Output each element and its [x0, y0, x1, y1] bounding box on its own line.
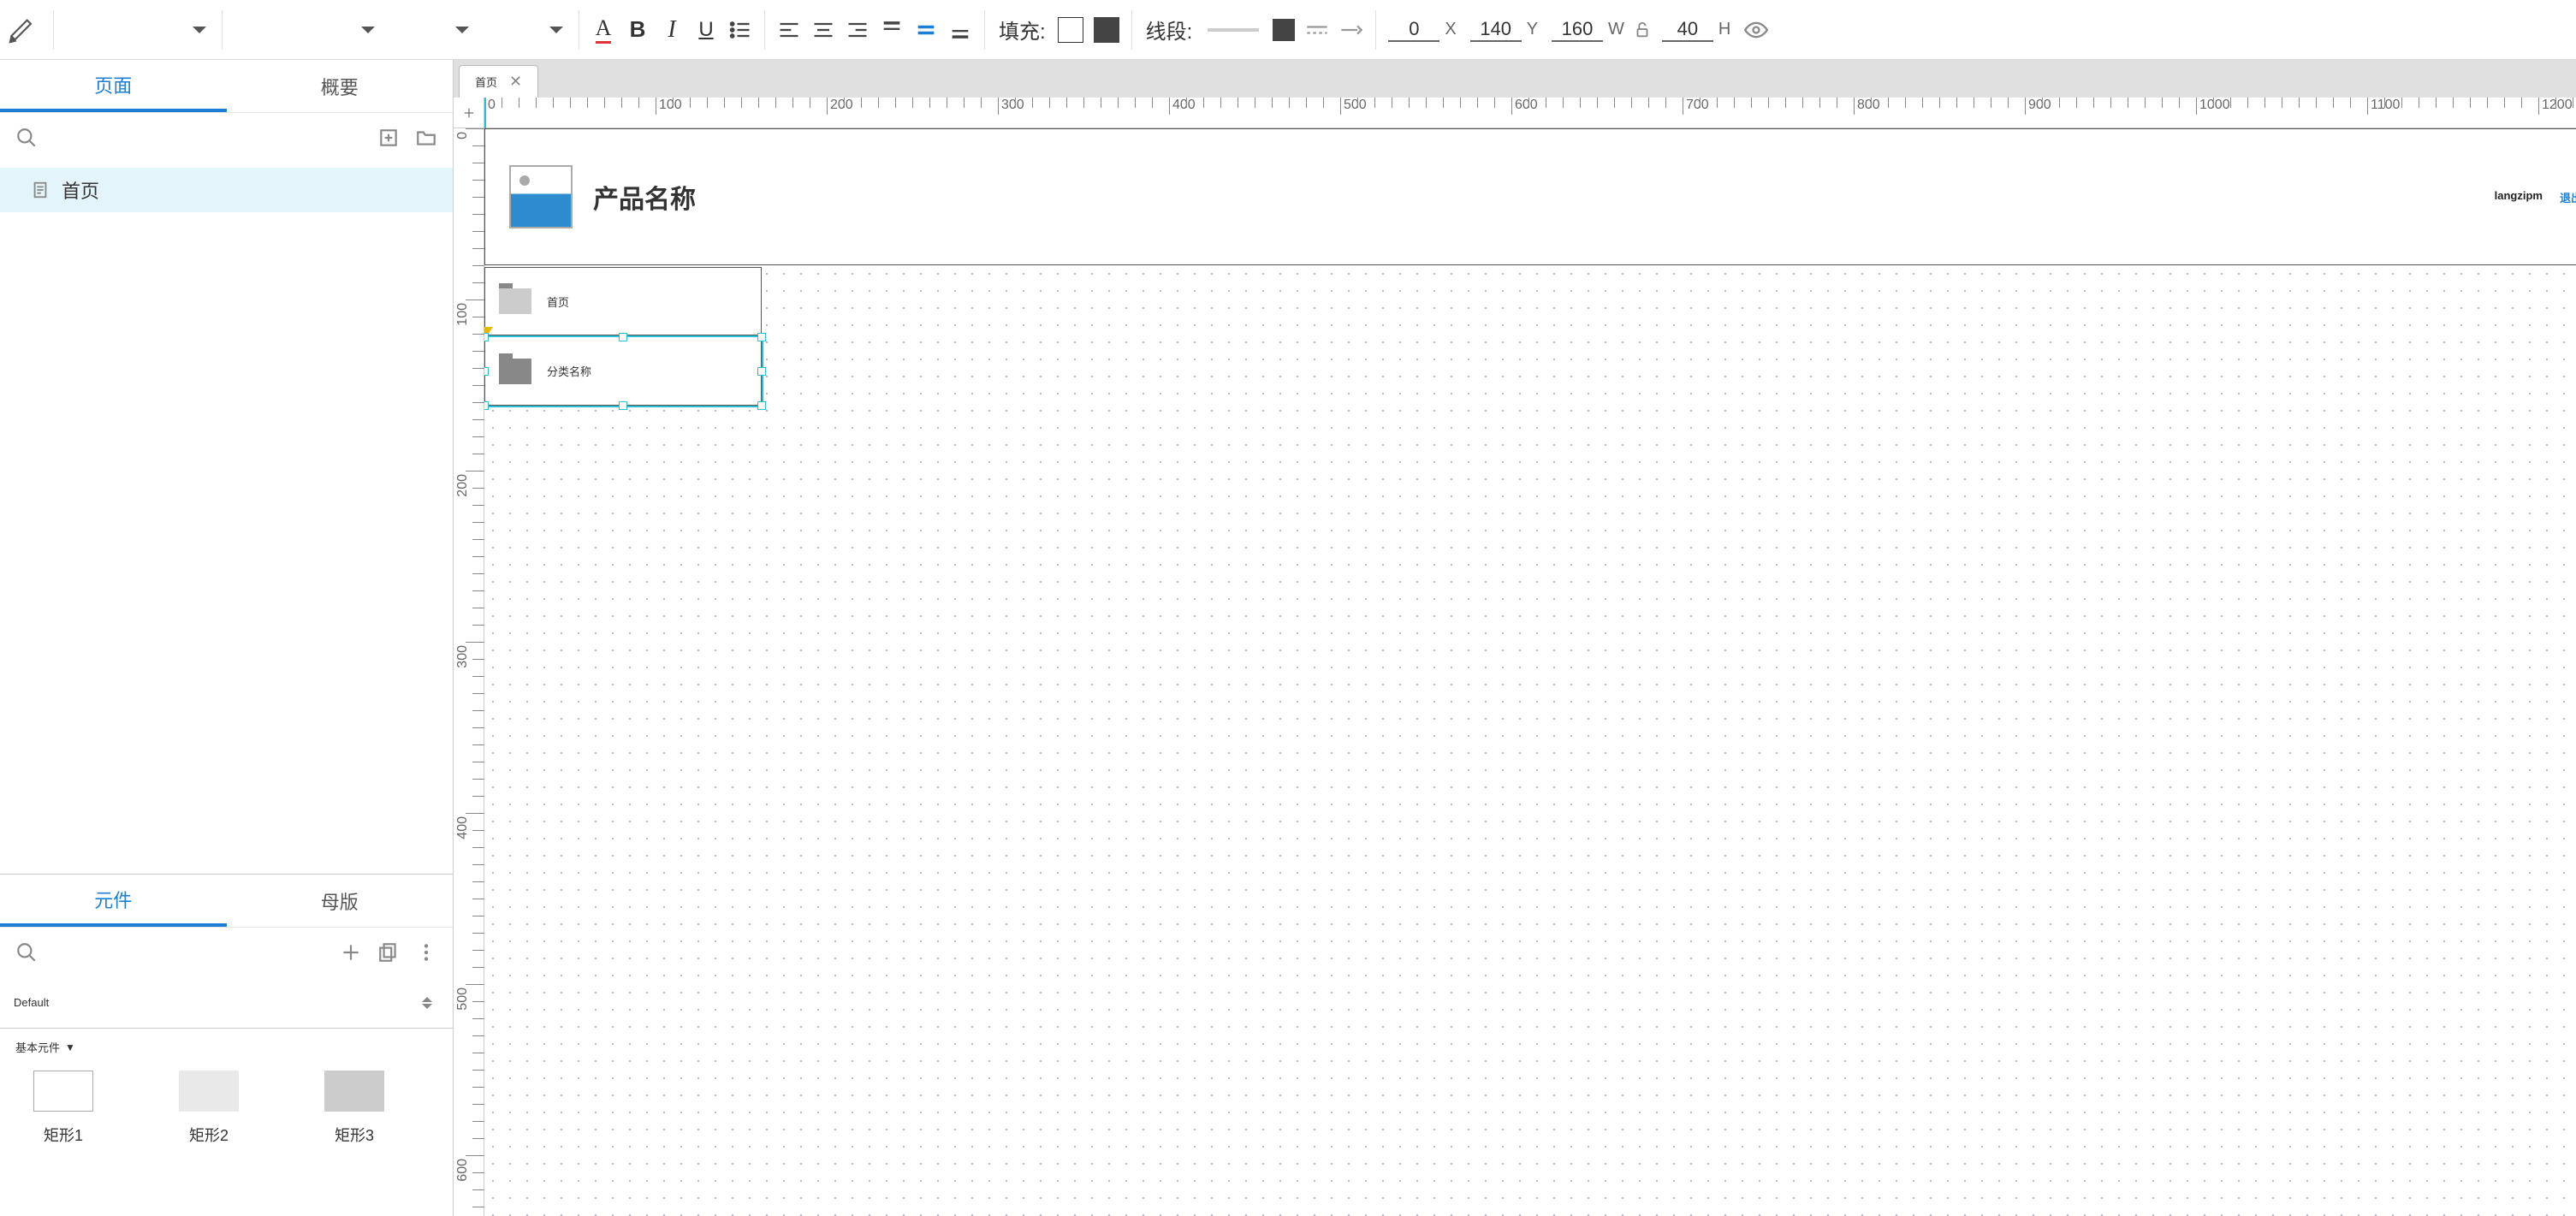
line-color-swatch[interactable] [1273, 19, 1295, 41]
caret-down-icon [455, 27, 469, 33]
separator [222, 10, 223, 50]
image-placeholder-icon [499, 288, 531, 314]
logout-link[interactable]: 退出 [2560, 189, 2576, 205]
visibility-icon[interactable] [1739, 13, 1773, 47]
text-color-icon[interactable]: A [586, 13, 620, 47]
font-dropdown[interactable] [229, 9, 383, 51]
caret-down-icon [549, 27, 563, 33]
canvas-body[interactable]: 0100200300400500600700800900100011001200… [454, 98, 2576, 1216]
separator [1131, 10, 1132, 50]
shape-rect3[interactable]: 矩形3 [312, 1071, 397, 1146]
add-folder-icon[interactable] [415, 127, 437, 149]
library-options-icon[interactable] [377, 941, 400, 964]
image-placeholder-icon[interactable] [509, 165, 573, 228]
align-left-icon[interactable] [772, 13, 806, 47]
underline-icon[interactable]: U [689, 13, 723, 47]
updown-icon [422, 997, 432, 1009]
folder-icon [499, 359, 531, 384]
shape-rect1[interactable]: 矩形1 [21, 1071, 106, 1146]
fill-label: 填充: [992, 15, 1053, 44]
caret-down-icon [361, 27, 375, 33]
style-dropdown[interactable] [61, 9, 215, 51]
valign-top-icon[interactable] [875, 13, 909, 47]
widgets-panel: 元件 母版 Default 基本元件 ▼ 矩形1 [0, 874, 453, 1216]
library-name: Default [14, 996, 49, 1009]
h-label: H [1718, 20, 1730, 39]
document-tabs: 首页 ✕ [454, 60, 2576, 98]
search-icon[interactable] [15, 127, 38, 149]
page-icon [31, 181, 50, 199]
top-toolbar: A B I U 填充: 线段: X Y W H [0, 0, 2576, 60]
library-section-header[interactable]: 基本元件 ▼ [0, 1029, 453, 1059]
separator [1375, 10, 1376, 50]
separator [764, 10, 765, 50]
shape-grid: 矩形1 矩形2 矩形3 [0, 1059, 453, 1158]
h-input[interactable] [1662, 18, 1713, 42]
page-tree: 首页 [0, 163, 453, 217]
username-label: langzipm [2495, 189, 2543, 205]
left-sidebar: 页面 概要 首页 元件 母版 [0, 60, 454, 1216]
add-library-icon[interactable] [340, 941, 362, 964]
y-label: Y [1527, 20, 1538, 39]
doc-tab-home[interactable]: 首页 ✕ [459, 65, 538, 98]
extra-dropdown[interactable] [478, 9, 572, 51]
fontsize-dropdown[interactable] [383, 9, 478, 51]
y-input[interactable] [1470, 18, 1522, 42]
widget-nav-home[interactable]: 首页 [484, 267, 762, 335]
canvas-area: 首页 ✕ 01002003004005006007008009001000110… [454, 60, 2576, 1216]
more-icon[interactable] [415, 941, 437, 964]
library-select[interactable]: Default [14, 996, 439, 1009]
align-right-icon[interactable] [840, 13, 875, 47]
ruler-marker [484, 98, 486, 128]
widget-nav-category[interactable]: 分类名称 [484, 337, 762, 406]
collapse-caret-icon: ▼ [65, 1041, 75, 1053]
ruler-corner[interactable] [454, 98, 484, 128]
italic-icon[interactable]: I [655, 13, 689, 47]
close-tab-icon[interactable]: ✕ [509, 73, 522, 91]
tab-masters[interactable]: 母版 [227, 875, 454, 927]
lock-icon[interactable] [1633, 21, 1652, 39]
canvas-stage[interactable]: 产品名称 langzipm 退出 首页 分类名称 [484, 128, 2576, 1216]
page-tree-item-home[interactable]: 首页 [0, 168, 453, 212]
caret-down-icon [193, 27, 206, 33]
fill-color-swatch[interactable] [1058, 17, 1083, 43]
x-input[interactable] [1388, 18, 1439, 42]
line-label: 线段: [1139, 15, 1200, 44]
separator [53, 10, 54, 50]
separator [984, 10, 985, 50]
pages-toolbar [0, 113, 453, 163]
ruler-vertical[interactable]: 0100200300400500600 [454, 128, 484, 1216]
x-label: X [1445, 20, 1456, 39]
align-center-icon[interactable] [806, 13, 840, 47]
app-logo-icon[interactable] [5, 13, 39, 47]
line-style-icon[interactable] [1300, 13, 1334, 47]
shape-rect2[interactable]: 矩形2 [166, 1071, 252, 1146]
valign-middle-icon[interactable] [909, 13, 943, 47]
widget-header-bar[interactable]: 产品名称 langzipm 退出 [484, 128, 2576, 265]
valign-bottom-icon[interactable] [943, 13, 977, 47]
page-label: 首页 [62, 176, 99, 204]
arrow-style-icon[interactable] [1334, 13, 1368, 47]
search-icon[interactable] [15, 941, 38, 964]
ruler-horizontal[interactable]: 0100200300400500600700800900100011001200 [484, 98, 2576, 128]
bullet-list-icon[interactable] [723, 13, 757, 47]
fill-color-swatch-alt[interactable] [1094, 17, 1119, 43]
product-title: 产品名称 [593, 178, 696, 216]
add-page-icon[interactable] [377, 127, 400, 149]
tab-pages[interactable]: 页面 [0, 60, 227, 112]
tab-widgets[interactable]: 元件 [0, 875, 227, 927]
line-preview[interactable] [1208, 28, 1259, 32]
bold-icon[interactable]: B [620, 13, 655, 47]
w-input[interactable] [1552, 18, 1603, 42]
tab-outline[interactable]: 概要 [227, 60, 454, 112]
w-label: W [1608, 20, 1624, 39]
pages-outline-tabs: 页面 概要 [0, 60, 453, 113]
